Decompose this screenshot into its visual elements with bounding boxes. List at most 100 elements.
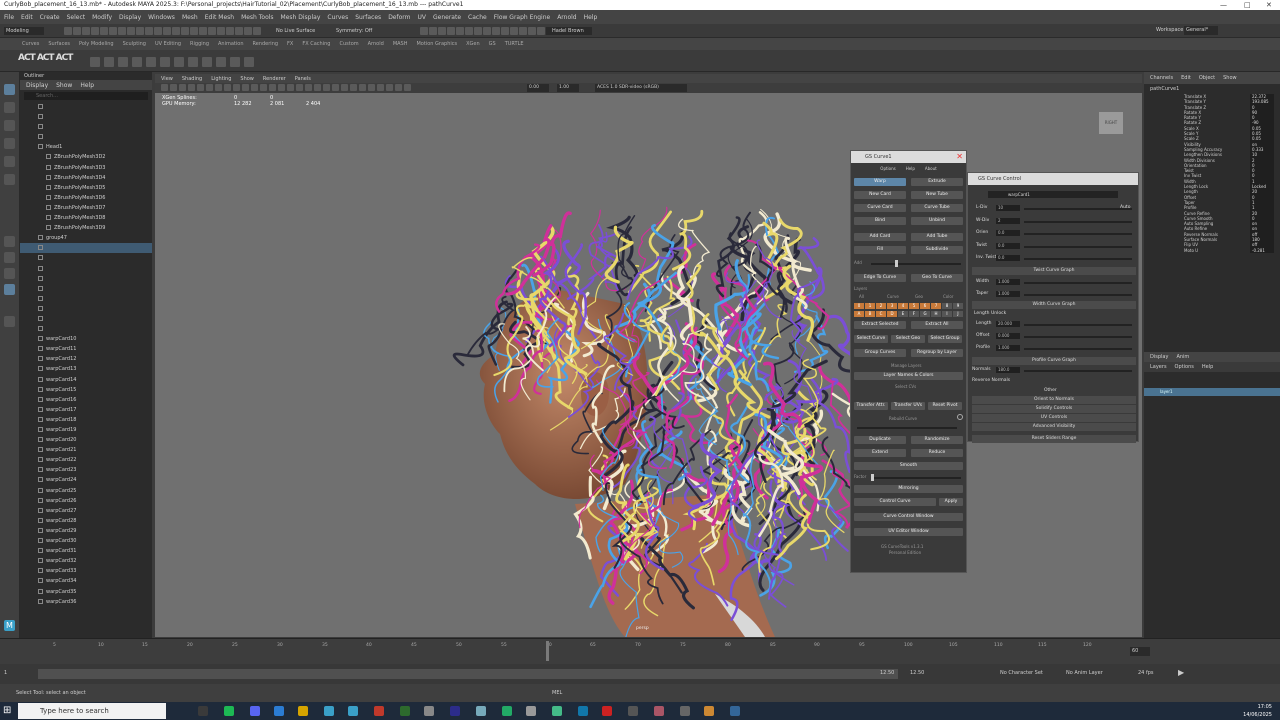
outliner-item[interactable] [20,304,152,314]
shelf-tab-animation[interactable]: Animation [218,41,244,47]
fps-select[interactable]: 24 fps [1138,670,1154,676]
reverse-normals-checkbox[interactable]: Reverse Normals [972,378,1010,383]
viewport-tool-icon[interactable] [404,84,411,91]
shelf-tool-icon[interactable] [230,57,240,67]
gs-reduce-button[interactable]: Reduce [911,449,963,457]
render-button-icon[interactable] [519,27,527,35]
app-icon-3[interactable] [526,706,536,716]
gs-smooth-button[interactable]: Smooth [854,462,963,470]
layer-menu-options[interactable]: Options [1175,364,1194,370]
side-by-side-layout-icon[interactable] [4,268,15,279]
app-icon-11[interactable] [730,706,740,716]
shelf-tab-rigging[interactable]: Rigging [190,41,209,47]
factor-slider[interactable] [873,477,961,479]
toolbar-button-icon[interactable] [118,27,126,35]
viewport-tool-icon[interactable] [368,84,375,91]
outliner-item[interactable] [20,264,152,274]
control-value-field[interactable]: 0.0 [996,230,1020,236]
gs-curve-filter[interactable]: Curve [887,294,899,299]
shelf-tab-motion-graphics[interactable]: Motion Graphics [416,41,457,47]
rebuild-slider[interactable] [857,427,957,429]
outliner-item[interactable]: warpCard21 [20,445,152,455]
mel-label[interactable]: MEL [552,684,562,702]
gs-randomize-button[interactable]: Randomize [911,436,963,444]
channel-menu-object[interactable]: Object [1199,75,1215,81]
toolbar-button-icon[interactable] [172,27,180,35]
move-tool-icon[interactable] [4,138,15,149]
menu-flow-graph-engine[interactable]: Flow Graph Engine [494,14,550,21]
gs-geo-to-curve-button[interactable]: Geo To Curve [911,274,963,282]
menu-mesh[interactable]: Mesh [182,14,198,21]
hair-strand[interactable] [672,209,704,271]
menu-modify[interactable]: Modify [92,14,112,21]
file-explorer-icon[interactable] [298,706,308,716]
menu-file[interactable]: File [4,14,14,21]
outliner-item[interactable]: ZBrushPolyMesh3D5 [20,183,152,193]
app-icon-2[interactable] [502,706,512,716]
toolbar-button-icon[interactable] [82,27,90,35]
gs-warp-button[interactable]: Warp [854,178,906,186]
shelf-tool-icon[interactable] [188,57,198,67]
gs-transfer-uvs-button[interactable]: Transfer UVs [891,402,925,410]
layer-slot-0[interactable]: 0 [854,303,864,309]
shelf-tool-icon[interactable] [202,57,212,67]
outliner-item[interactable]: ZBrushPolyMesh3D8 [20,213,152,223]
outliner-item[interactable]: warpCard24 [20,475,152,485]
toolbar-button-icon[interactable] [127,27,135,35]
menu-deform[interactable]: Deform [388,14,410,21]
app-icon-10[interactable] [704,706,714,716]
outliner-item[interactable]: warpCard32 [20,556,152,566]
shelf-tool-icon[interactable] [160,57,170,67]
gs-select-group-button[interactable]: Select Group [928,335,962,343]
gs-regroup-by-layer-button[interactable]: Regroup by Layer [911,349,963,357]
layer-slot-9[interactable]: 9 [953,303,963,309]
gs-transfer-attr-button[interactable]: Transfer Attr. [854,402,888,410]
layer-slot-j[interactable]: J [953,311,963,317]
anim-end-field[interactable]: 12.50 [910,670,924,676]
viewport-tool-icon[interactable] [305,84,312,91]
outliner-item[interactable]: warpCard33 [20,566,152,576]
gs-unbind-button[interactable]: Unbind [911,217,963,225]
range-start-field[interactable]: 1 [4,670,7,676]
control-slider[interactable] [1024,258,1132,260]
layer-slot-8[interactable]: 8 [942,303,952,309]
menu-curves[interactable]: Curves [327,14,348,21]
viewport-tool-icon[interactable] [386,84,393,91]
channel-value[interactable]: -0.281 [1250,247,1274,253]
outliner-item[interactable] [20,294,152,304]
render-button-icon[interactable] [465,27,473,35]
profile-slider[interactable] [1024,348,1132,350]
select-tool-icon[interactable] [4,84,15,95]
menu-mesh-tools[interactable]: Mesh Tools [241,14,273,21]
channel-menu-channels[interactable]: Channels [1150,75,1173,81]
view-cube[interactable]: RIGHT [1099,112,1123,134]
viewport-tool-icon[interactable] [161,84,168,91]
mode-selector[interactable]: Modeling [4,27,44,35]
gs-uv-editor-window-button[interactable]: UV Editor Window [854,528,963,536]
viewport-menu-show[interactable]: Show [240,76,254,82]
shelf-tool-icon[interactable] [146,57,156,67]
toolbar-button-icon[interactable] [217,27,225,35]
close-icon[interactable]: ✕ [1266,0,1272,10]
app-icon-4[interactable] [552,706,562,716]
layer-slot-i[interactable]: I [942,311,952,317]
layer-tab-anim[interactable]: Anim [1176,354,1189,360]
layer-slot-e[interactable]: E [898,311,908,317]
render-button-icon[interactable] [447,27,455,35]
gs-extract-selected-button[interactable]: Extract Selected [854,321,906,329]
toolbar-button-icon[interactable] [244,27,252,35]
viewport-tool-icon[interactable] [170,84,177,91]
outliner-item[interactable] [20,284,152,294]
gs-curve-card-button[interactable]: Curve Card [854,204,906,212]
toolbar-button-icon[interactable] [64,27,72,35]
layer-slot-5[interactable]: 5 [909,303,919,309]
current-frame-field[interactable]: 60 [1130,647,1150,656]
shelf-tab-fx[interactable]: FX [287,41,293,47]
outlook-icon[interactable] [274,706,284,716]
add-slider-knob[interactable] [895,260,898,267]
length-unlock-checkbox[interactable]: Length Unlock [974,311,1006,316]
shelf-tab-arnold[interactable]: Arnold [368,41,384,47]
gs-edge-to-curve-button[interactable]: Edge To Curve [854,274,906,282]
menu-edit[interactable]: Edit [21,14,33,21]
gs-select-curve-button[interactable]: Select Curve [854,335,888,343]
